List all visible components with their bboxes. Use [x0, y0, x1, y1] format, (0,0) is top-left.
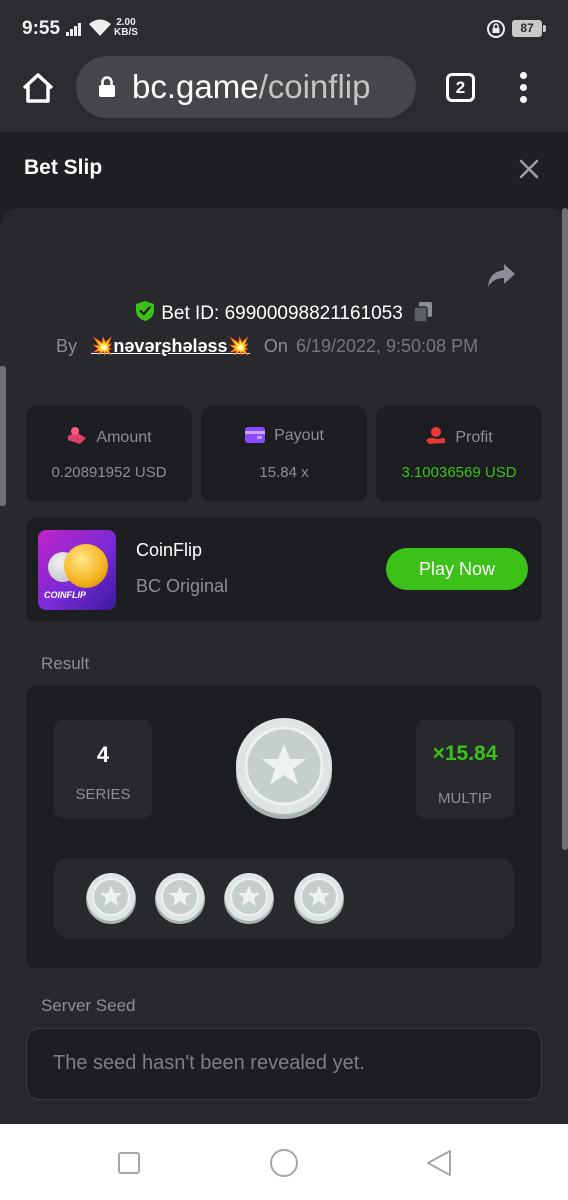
payout-label: Payout [274, 427, 324, 444]
bet-slip-title: Bet Slip [24, 156, 103, 179]
server-seed-label: Server Seed [41, 996, 136, 1015]
url-text: bc.game/coinflip [132, 68, 370, 106]
history-coin-icon [224, 873, 274, 924]
multiplier-label: MULTIP [438, 790, 492, 807]
bet-slip-header: Bet Slip [0, 132, 568, 208]
on-label: On [263, 336, 288, 356]
tab-switcher-button[interactable]: 2 [446, 73, 475, 102]
profit-value: 3.10036569 USD [401, 464, 517, 481]
status-time: 9:55 [22, 18, 61, 39]
signal-icon [66, 22, 84, 36]
address-bar[interactable]: bc.game/coinflip [76, 56, 416, 118]
rotation-lock-icon [487, 20, 505, 38]
profit-hand-icon [426, 427, 446, 444]
net-speed-unit: KB/S [114, 27, 138, 38]
net-speed: 2.00 KB/S [114, 18, 138, 38]
game-subtitle: BC Original [136, 576, 229, 596]
system-nav-bar [0, 1124, 568, 1200]
home-circle-icon[interactable] [267, 1146, 301, 1180]
server-seed-field[interactable]: The seed hasn't been revealed yet. [26, 1028, 542, 1100]
bet-meta-row: By 💥nəvərʂhələss💥 On 6/19/2022, 9:50:08 PM [56, 336, 478, 357]
drawer-handle[interactable] [0, 366, 6, 506]
recents-icon[interactable] [112, 1146, 146, 1180]
server-seed-text: The seed hasn't been revealed yet. [53, 1052, 365, 1074]
bettor-username-link[interactable]: 💥nəvərʂhələss💥 [91, 336, 250, 356]
bet-id-value: 69900098821161053 [224, 303, 403, 324]
coins-hand-icon [68, 427, 87, 444]
bet-id-row: Bet ID: 69900098821161053 [0, 300, 568, 325]
by-label: By [56, 336, 78, 356]
copy-icon[interactable] [413, 301, 433, 323]
overflow-menu-icon[interactable] [518, 72, 530, 104]
amount-label: Amount [96, 429, 152, 446]
coinflip-thumbnail[interactable]: COINFLIP [38, 530, 116, 610]
bet-id-label: Bet ID: [161, 303, 220, 324]
lock-icon [99, 76, 115, 97]
game-name: CoinFlip [136, 540, 203, 560]
series-box: 4 SERIES [54, 720, 152, 818]
history-coin-icon [155, 873, 205, 924]
thumbnail-caption: COINFLIP [44, 590, 86, 600]
profit-label: Profit [455, 429, 493, 446]
payout-label-row: Payout [201, 426, 367, 445]
result-panel: 4 SERIES ×15.84 MULTIP [26, 686, 542, 968]
result-label: Result [41, 654, 90, 673]
profit-stat: Profit 3.10036569 USD [376, 406, 542, 502]
bet-date: 6/19/2022, 9:50:08 PM [295, 336, 479, 356]
gold-coin-art [64, 544, 108, 588]
home-icon[interactable] [20, 70, 56, 106]
history-coin-icon [86, 873, 136, 924]
payout-stat: Payout 15.84 x [201, 406, 367, 502]
close-icon[interactable] [518, 158, 540, 180]
amount-label-row: Amount [26, 426, 192, 447]
battery-indicator: 87 [512, 20, 546, 37]
history-coin-icon [294, 873, 344, 924]
amount-value: 0.20891952 USD [51, 464, 167, 481]
share-icon[interactable] [486, 262, 516, 288]
play-now-button[interactable]: Play Now [386, 548, 528, 590]
amount-stat: Amount 0.20891952 USD [26, 406, 192, 502]
multiplier-box: ×15.84 MULTIP [416, 720, 514, 818]
flip-history [54, 858, 514, 938]
series-count: 4 [96, 742, 110, 767]
payout-value: 15.84 x [259, 464, 309, 481]
status-bar: 9:55 2.00 KB/S 87 [0, 0, 568, 56]
browser-toolbar: bc.game/coinflip 2 [0, 56, 568, 132]
wallet-icon [245, 427, 266, 443]
multiplier-value: ×15.84 [432, 742, 498, 765]
wifi-icon [89, 19, 111, 36]
url-host: bc.game [132, 68, 259, 105]
url-path: /coinflip [258, 68, 371, 105]
profit-label-row: Profit [376, 426, 542, 447]
game-card: COINFLIP CoinFlip BC Original Play Now [26, 518, 542, 622]
back-icon[interactable] [422, 1146, 456, 1180]
verified-shield-icon [136, 301, 155, 321]
result-coin-icon [236, 718, 332, 819]
series-label: SERIES [75, 786, 131, 803]
